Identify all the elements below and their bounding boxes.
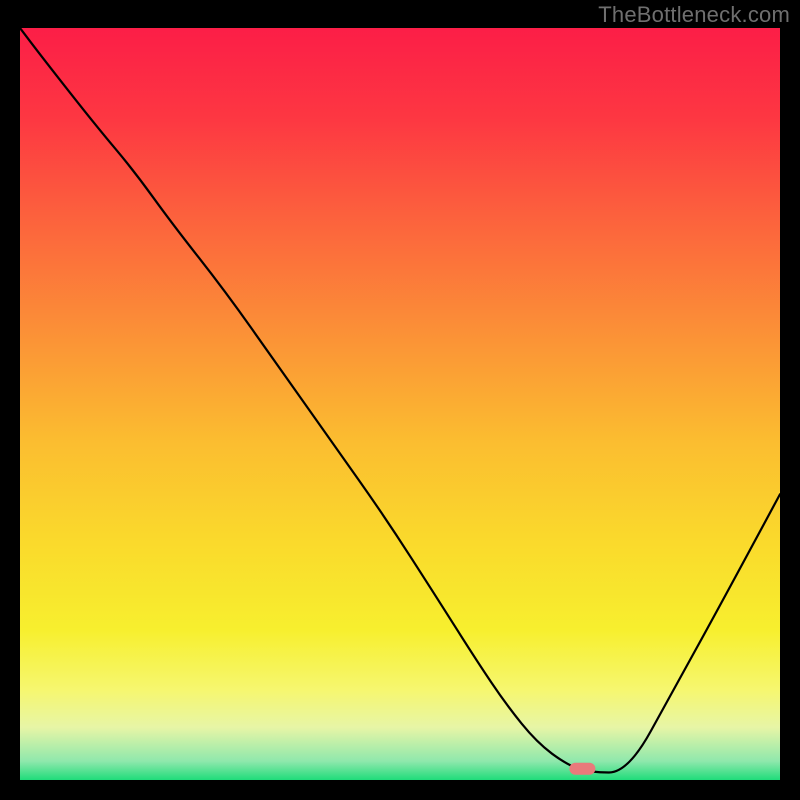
plot-background	[20, 28, 780, 780]
current-config-marker	[569, 763, 595, 775]
watermark-text: TheBottleneck.com	[598, 2, 790, 28]
plot-area	[20, 28, 780, 780]
chart-svg	[20, 28, 780, 780]
chart-frame: TheBottleneck.com	[0, 0, 800, 800]
